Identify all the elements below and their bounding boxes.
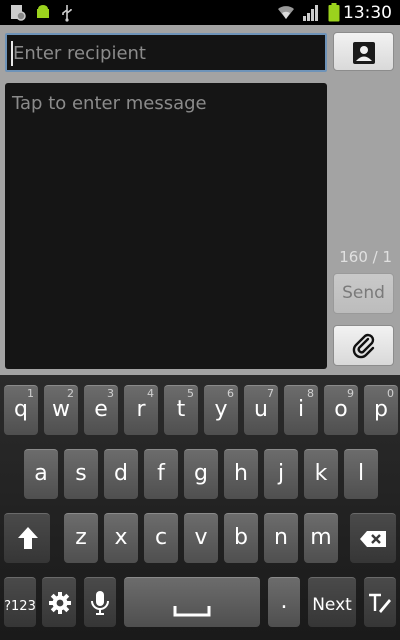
space-bar-icon (173, 606, 211, 617)
key-v[interactable]: v (184, 513, 218, 563)
key-t[interactable]: 5t (164, 385, 198, 435)
key-i[interactable]: 8i (284, 385, 318, 435)
key-d[interactable]: d (104, 449, 138, 499)
handwriting-key[interactable] (364, 577, 396, 627)
send-button[interactable]: Send (333, 273, 394, 314)
settings-notification-icon (10, 4, 26, 26)
key-a[interactable]: a (24, 449, 58, 499)
battery-icon (328, 3, 340, 26)
key-b[interactable]: b (224, 513, 258, 563)
recipient-input[interactable]: Enter recipient (5, 33, 327, 72)
gear-icon (49, 592, 71, 614)
recipient-placeholder: Enter recipient (13, 43, 146, 64)
key-o[interactable]: 9o (324, 385, 358, 435)
key-s[interactable]: s (64, 449, 98, 499)
usb-icon (60, 4, 74, 26)
next-key[interactable]: Next (308, 577, 356, 627)
key-w[interactable]: 2w (44, 385, 78, 435)
handwriting-icon (369, 593, 391, 613)
shift-key[interactable] (4, 513, 50, 563)
key-r[interactable]: 4r (124, 385, 158, 435)
period-key[interactable]: . (268, 577, 300, 627)
wifi-icon (276, 3, 296, 25)
message-placeholder: Tap to enter message (12, 93, 207, 114)
paperclip-icon (352, 333, 375, 359)
status-bar: 13:30 (0, 0, 400, 25)
microphone-icon (91, 591, 109, 615)
backspace-icon (360, 531, 386, 547)
key-l[interactable]: l (344, 449, 378, 499)
symbols-key[interactable]: ?123 (4, 577, 36, 627)
contacts-button[interactable] (333, 32, 394, 71)
android-icon (35, 4, 51, 26)
key-m[interactable]: m (304, 513, 338, 563)
clock: 13:30 (343, 3, 392, 23)
key-k[interactable]: k (304, 449, 338, 499)
key-h[interactable]: h (224, 449, 258, 499)
voice-input-key[interactable] (84, 577, 116, 627)
soft-keyboard: 1q 2w 3e 4r 5t 6y 7u 8i 9o 0p a s d f g … (0, 375, 400, 640)
compose-panel: Enter recipient Tap to enter message 160… (0, 25, 400, 375)
attach-button[interactable] (333, 325, 394, 366)
key-p[interactable]: 0p (364, 385, 398, 435)
signal-icon (302, 4, 320, 26)
contact-icon (353, 42, 375, 64)
key-y[interactable]: 6y (204, 385, 238, 435)
key-z[interactable]: z (64, 513, 98, 563)
key-x[interactable]: x (104, 513, 138, 563)
key-q[interactable]: 1q (4, 385, 38, 435)
character-counter: 160 / 1 (339, 248, 392, 266)
key-g[interactable]: g (184, 449, 218, 499)
key-c[interactable]: c (144, 513, 178, 563)
message-input[interactable]: Tap to enter message (5, 83, 327, 369)
shift-arrow-icon (18, 527, 38, 549)
key-u[interactable]: 7u (244, 385, 278, 435)
backspace-key[interactable] (350, 513, 396, 563)
key-e[interactable]: 3e (84, 385, 118, 435)
key-f[interactable]: f (144, 449, 178, 499)
space-key[interactable] (124, 577, 260, 627)
settings-key[interactable] (42, 577, 76, 627)
key-j[interactable]: j (264, 449, 298, 499)
key-n[interactable]: n (264, 513, 298, 563)
